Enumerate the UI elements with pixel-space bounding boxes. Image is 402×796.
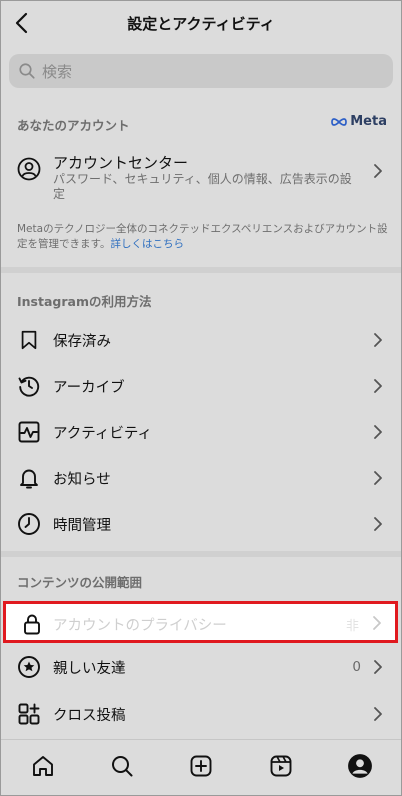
menu-item-label: 保存済み bbox=[53, 333, 111, 350]
menu-item-cross-posting[interactable]: クロス投稿 bbox=[1, 691, 401, 737]
archive-icon bbox=[17, 374, 41, 398]
meta-note: Metaのテクノロジー全体のコネクテッドエクスペリエンスおよびアカウント設定を管… bbox=[17, 222, 389, 252]
accounts-center-subtitle: パスワード、セキュリティ、個人の情報、広告表示の設定 bbox=[53, 172, 352, 201]
menu-item-notifications[interactable]: お知らせ bbox=[1, 455, 401, 501]
bell-icon bbox=[17, 466, 41, 490]
menu-item-label: 親しい友達 bbox=[53, 660, 126, 677]
activity-icon bbox=[17, 420, 41, 444]
home-icon[interactable] bbox=[29, 752, 57, 780]
section-divider bbox=[1, 267, 401, 273]
close-friends-count: 0 bbox=[352, 659, 361, 675]
bottom-tab-bar bbox=[1, 739, 401, 795]
profile-icon[interactable] bbox=[346, 752, 374, 780]
search-placeholder: 検索 bbox=[42, 62, 73, 81]
menu-item-time-management[interactable]: 時間管理 bbox=[1, 501, 401, 547]
user-circle-icon bbox=[17, 157, 41, 181]
bookmark-icon bbox=[17, 328, 41, 352]
privacy-value: 非 bbox=[345, 619, 359, 634]
menu-item-activity[interactable]: アクティビティ bbox=[1, 409, 401, 455]
settings-screen: 設定とアクティビティ 検索 あなたのアカウント Meta アカウントセンター パ… bbox=[0, 0, 402, 796]
chevron-right-icon bbox=[374, 379, 382, 393]
chevron-right-icon bbox=[374, 425, 382, 439]
section-title-how-to-use: Instagramの利用方法 bbox=[17, 294, 152, 309]
chevron-right-icon bbox=[374, 517, 382, 531]
meta-infinity-icon bbox=[331, 117, 348, 126]
lock-icon bbox=[20, 612, 44, 640]
search-icon[interactable] bbox=[108, 752, 136, 780]
learn-more-link[interactable]: 詳しくはこちら bbox=[110, 238, 184, 250]
chevron-right-icon bbox=[374, 471, 382, 485]
meta-logo: Meta bbox=[330, 114, 387, 129]
section-title-visibility: コンテンツの公開範囲 bbox=[17, 575, 143, 590]
accounts-center-title: アカウントセンター bbox=[53, 154, 189, 172]
menu-item-label: アーカイブ bbox=[53, 379, 125, 396]
cross-post-icon bbox=[17, 702, 41, 726]
menu-item-account-privacy[interactable]: アカウントのプライバシー 非 bbox=[3, 601, 398, 643]
page-title: 設定とアクティビティ bbox=[127, 14, 275, 33]
menu-item-label: アクティビティ bbox=[53, 425, 153, 442]
search-icon bbox=[19, 63, 35, 79]
menu-item-saved[interactable]: 保存済み bbox=[1, 317, 401, 363]
chevron-right-icon bbox=[373, 616, 381, 630]
menu-item-label: 時間管理 bbox=[53, 517, 111, 534]
star-icon bbox=[17, 655, 41, 679]
chevron-right-icon bbox=[374, 164, 382, 178]
menu-item-archive[interactable]: アーカイブ bbox=[1, 363, 401, 409]
chevron-right-icon bbox=[374, 707, 382, 721]
search-input[interactable]: 検索 bbox=[9, 54, 393, 88]
back-arrow-icon[interactable] bbox=[11, 11, 35, 35]
chevron-right-icon bbox=[374, 333, 382, 347]
menu-item-label: お知らせ bbox=[53, 471, 111, 488]
meta-brand-text: Meta bbox=[350, 114, 387, 129]
header: 設定とアクティビティ bbox=[1, 1, 401, 45]
meta-note-text: Metaのテクノロジー全体のコネクテッドエクスペリエンスおよびアカウント設定を管… bbox=[17, 223, 388, 250]
chevron-right-icon bbox=[374, 660, 382, 674]
menu-item-label: アカウントのプライバシー bbox=[53, 618, 227, 634]
menu-item-close-friends[interactable]: 親しい友達 0 bbox=[1, 644, 401, 690]
create-icon[interactable] bbox=[187, 752, 215, 780]
reels-icon[interactable] bbox=[267, 752, 295, 780]
section-divider bbox=[1, 551, 401, 557]
menu-item-label: クロス投稿 bbox=[53, 707, 126, 724]
section-title-your-account: あなたのアカウント bbox=[17, 118, 130, 133]
clock-icon bbox=[17, 512, 41, 536]
